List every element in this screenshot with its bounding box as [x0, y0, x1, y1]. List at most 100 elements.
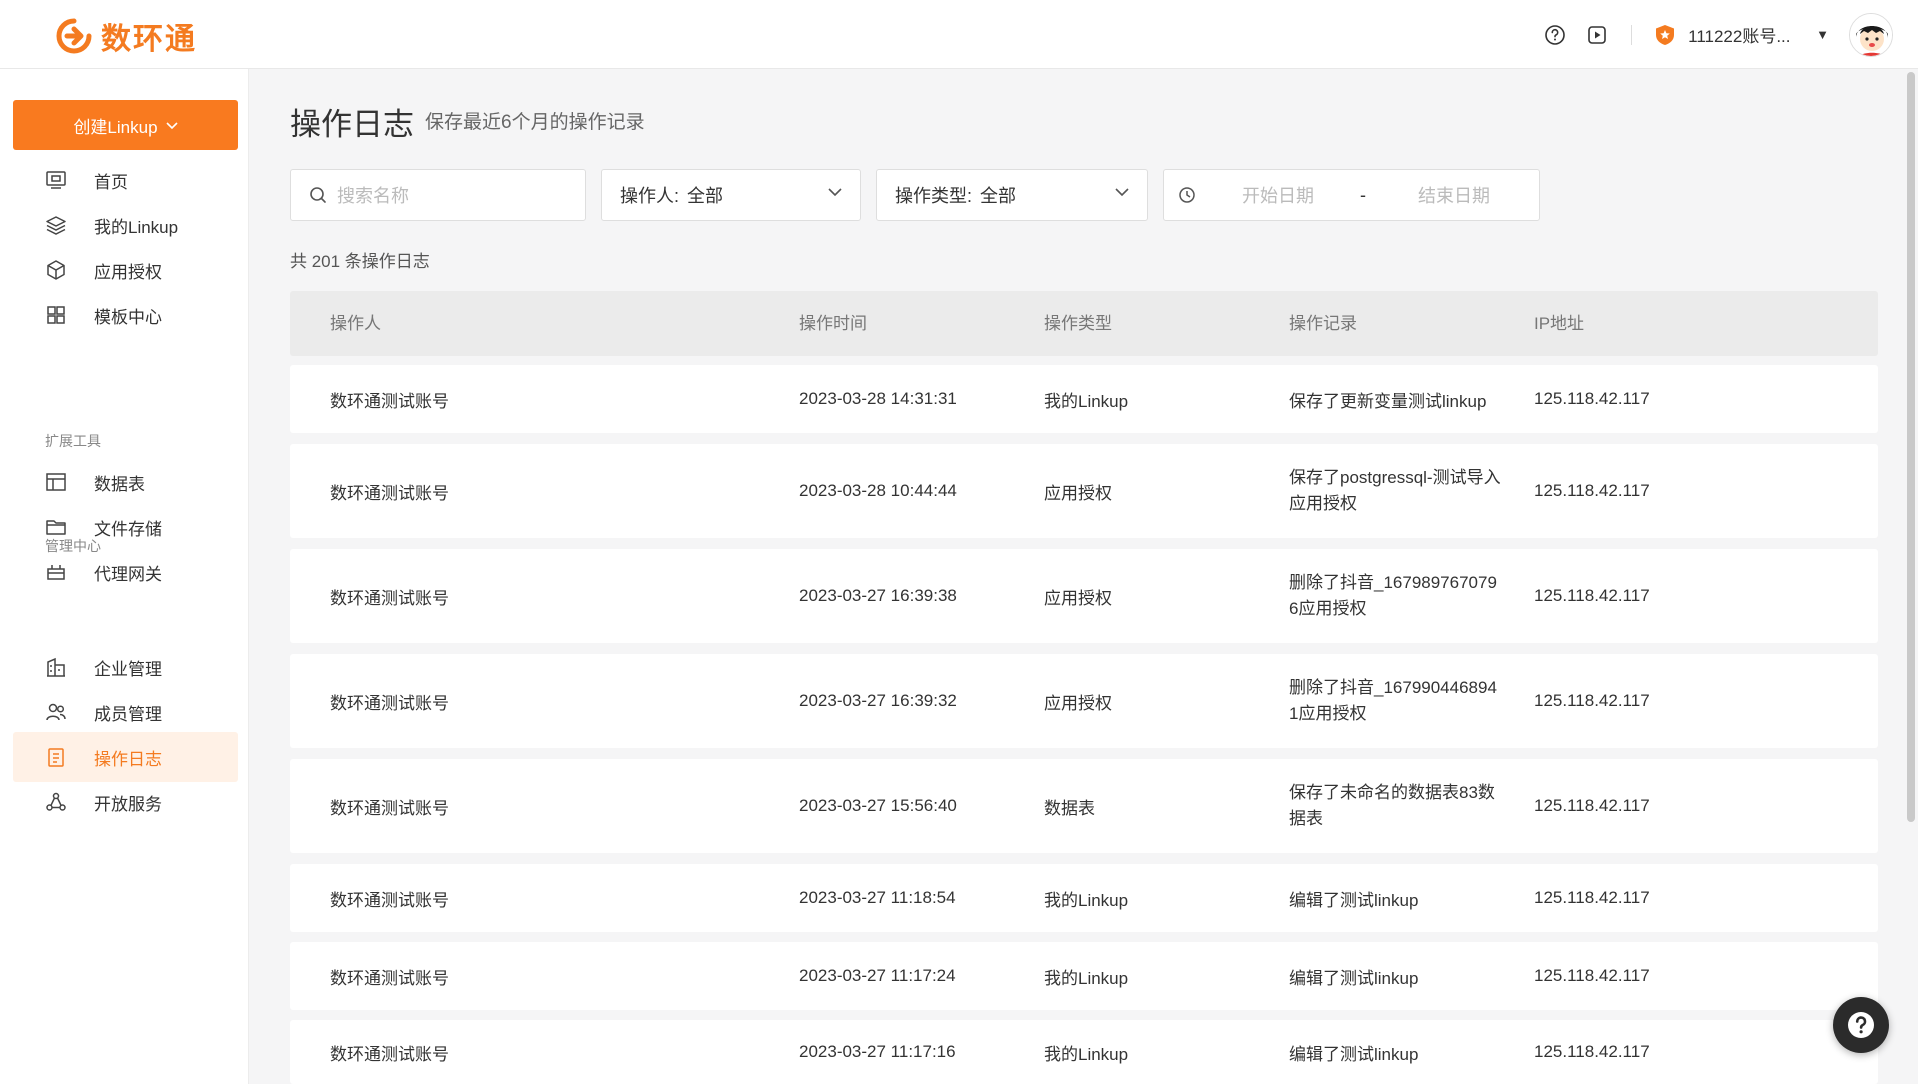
- shield-badge-icon: [1654, 24, 1676, 46]
- operator-select[interactable]: 操作人: 全部: [601, 169, 861, 221]
- cell-type: 应用授权: [1044, 693, 1112, 713]
- cell-record: 保存了未命名的数据表83数据表: [1289, 783, 1495, 828]
- avatar[interactable]: [1849, 12, 1893, 57]
- table-row[interactable]: 数环通测试账号 2023-03-27 16:39:38 应用授权 删除了抖音_1…: [290, 549, 1878, 643]
- cell-time: 2023-03-27 16:39:38: [799, 586, 957, 605]
- caret-down-icon: ▼: [1816, 27, 1829, 42]
- cell-ip: 125.118.42.117: [1534, 691, 1650, 710]
- start-date-input[interactable]: 开始日期: [1242, 182, 1314, 208]
- date-range-picker[interactable]: 开始日期 - 结束日期: [1163, 169, 1540, 221]
- operation-type-select[interactable]: 操作类型: 全部: [876, 169, 1148, 221]
- table-row[interactable]: 数环通测试账号 2023-03-27 11:17:24 我的Linkup 编辑了…: [290, 942, 1878, 1010]
- brand-name: 数环通: [101, 22, 197, 57]
- table-row[interactable]: 数环通测试账号 2023-03-28 14:31:31 我的Linkup 保存了…: [290, 365, 1878, 433]
- cell-record: 删除了抖音_1679904468941应用授权: [1289, 678, 1497, 723]
- sidebar-item-label: 数据表: [94, 474, 145, 494]
- sidebar-item-templates[interactable]: 模板中心: [13, 290, 238, 340]
- help-float-button[interactable]: [1833, 997, 1889, 1053]
- table-row[interactable]: 数环通测试账号 2023-03-27 15:56:40 数据表 保存了未命名的数…: [290, 759, 1878, 853]
- sidebar-item-members[interactable]: 成员管理: [13, 687, 238, 737]
- layers-icon: [45, 214, 67, 236]
- cell-type: 我的Linkup: [1044, 391, 1129, 411]
- table-row[interactable]: 数环通测试账号 2023-03-27 11:18:54 我的Linkup 编辑了…: [290, 864, 1878, 932]
- cell-operator: 数环通测试账号: [330, 588, 449, 608]
- question-icon: [1845, 1009, 1877, 1041]
- folder-icon: [45, 516, 67, 538]
- sidebar-item-label: 首页: [94, 172, 128, 192]
- vertical-scrollbar[interactable]: [1907, 72, 1915, 822]
- building-icon: [45, 656, 67, 678]
- sidebar-item-my-linkup[interactable]: 我的Linkup: [13, 200, 238, 250]
- table-header: 操作人 操作时间 操作类型 操作记录 IP地址: [290, 291, 1878, 356]
- cell-time: 2023-03-28 10:44:44: [799, 481, 957, 500]
- monitor-icon: [45, 169, 67, 191]
- cell-record: 编辑了测试linkup: [1289, 968, 1419, 988]
- play-icon[interactable]: [1585, 23, 1609, 47]
- users-icon: [45, 701, 67, 723]
- search-input[interactable]: 搜索名称: [290, 169, 586, 221]
- date-separator: -: [1360, 184, 1366, 205]
- search-placeholder: 搜索名称: [337, 186, 409, 206]
- sidebar-item-label: 成员管理: [94, 704, 162, 724]
- end-date-input[interactable]: 结束日期: [1418, 182, 1490, 208]
- sidebar-item-home[interactable]: 首页: [13, 155, 238, 205]
- sidebar-item-label: 操作日志: [94, 749, 162, 769]
- main-content: 操作日志 保存最近6个月的操作记录 搜索名称 操作人: 全部 操作类型: 全部 …: [250, 69, 1900, 1084]
- top-bar: 数环通 111222账号... ▼: [0, 0, 1918, 69]
- cell-operator: 数环通测试账号: [330, 798, 449, 818]
- cell-ip: 125.118.42.117: [1534, 481, 1650, 500]
- sidebar-item-label: 企业管理: [94, 659, 162, 679]
- cell-type: 数据表: [1044, 798, 1095, 818]
- header-actions: 111222账号... ▼: [1543, 0, 1918, 69]
- cell-record: 保存了更新变量测试linkup: [1289, 391, 1487, 411]
- sidebar-item-label: 应用授权: [94, 262, 162, 282]
- operator-select-label: 操作人:: [620, 186, 680, 206]
- cell-operator: 数环通测试账号: [330, 483, 449, 503]
- sidebar-item-datatable[interactable]: 数据表: [13, 457, 238, 507]
- help-circle-icon[interactable]: [1543, 23, 1567, 47]
- search-icon: [309, 186, 327, 204]
- page-title: 操作日志: [290, 107, 414, 143]
- cell-type: 应用授权: [1044, 588, 1112, 608]
- cell-operator: 数环通测试账号: [330, 1044, 449, 1064]
- chevron-down-icon: [1115, 188, 1129, 197]
- cell-ip: 125.118.42.117: [1534, 796, 1650, 815]
- cell-type: 我的Linkup: [1044, 890, 1129, 910]
- cell-time: 2023-03-27 11:17:24: [799, 966, 956, 985]
- cell-time: 2023-03-27 11:17:16: [799, 1042, 956, 1061]
- column-header: 操作时间: [799, 314, 867, 333]
- cell-record: 编辑了测试linkup: [1289, 890, 1419, 910]
- grid-icon: [45, 304, 67, 326]
- type-select-value: 全部: [980, 186, 1017, 206]
- column-header: 操作类型: [1044, 314, 1112, 333]
- create-linkup-label: 创建Linkup: [73, 117, 158, 137]
- table-icon: [45, 471, 67, 493]
- cell-time: 2023-03-28 14:31:31: [799, 389, 957, 408]
- header-divider: [1631, 24, 1633, 45]
- cell-ip: 125.118.42.117: [1534, 888, 1650, 907]
- record-count: 共 201 条操作日志: [290, 252, 430, 271]
- cell-time: 2023-03-27 15:56:40: [799, 796, 957, 815]
- account-menu[interactable]: 111222账号... ▼: [1654, 22, 1829, 47]
- brand-mark-icon: [55, 17, 93, 55]
- table-row[interactable]: 数环通测试账号 2023-03-27 11:17:16 我的Linkup 编辑了…: [290, 1020, 1878, 1084]
- chevron-down-icon: [165, 115, 178, 135]
- table-row[interactable]: 数环通测试账号 2023-03-27 16:39:32 应用授权 删除了抖音_1…: [290, 654, 1878, 748]
- cell-operator: 数环通测试账号: [330, 693, 449, 713]
- cell-record: 编辑了测试linkup: [1289, 1044, 1419, 1064]
- clipboard-icon: [45, 746, 67, 768]
- cell-operator: 数环通测试账号: [330, 391, 449, 411]
- create-linkup-button[interactable]: 创建Linkup: [13, 100, 238, 150]
- brand-logo[interactable]: 数环通: [55, 14, 197, 58]
- cell-ip: 125.118.42.117: [1534, 389, 1650, 408]
- sidebar-item-app-auth[interactable]: 应用授权: [13, 245, 238, 295]
- table-row[interactable]: 数环通测试账号 2023-03-28 10:44:44 应用授权 保存了post…: [290, 444, 1878, 538]
- sidebar-item-label: 开放服务: [94, 794, 162, 814]
- share-icon: [45, 791, 67, 813]
- cell-time: 2023-03-27 11:18:54: [799, 888, 956, 907]
- sidebar-item-open-services[interactable]: 开放服务: [13, 777, 238, 827]
- sidebar-item-enterprise[interactable]: 企业管理: [13, 642, 238, 692]
- sidebar-item-operation-log[interactable]: 操作日志: [13, 732, 238, 782]
- sidebar-item-label: 我的Linkup: [94, 217, 179, 237]
- cell-operator: 数环通测试账号: [330, 890, 449, 910]
